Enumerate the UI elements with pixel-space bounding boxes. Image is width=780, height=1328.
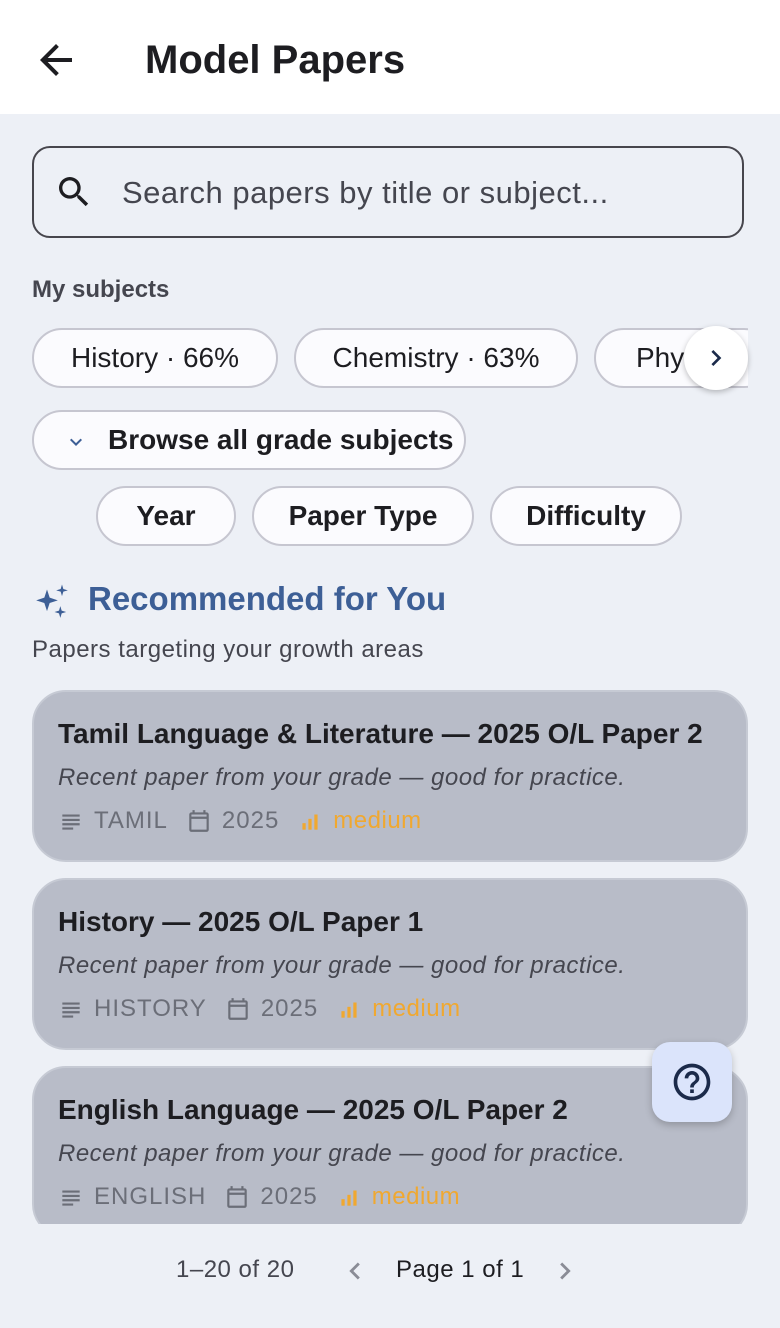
paper-title: Tamil Language & Literature — 2025 O/L P… [58,718,703,749]
paper-meta: HISTORY 2025 medium [58,994,461,1024]
paper-subject: ENGLISH [94,1183,207,1210]
paper-year: 2025 [221,807,280,834]
page-indicator: Page 1 of 1 [396,1256,525,1283]
paper-description: Recent paper from your grade — good for … [58,764,626,791]
subject-lines-icon [62,1190,80,1206]
calendar-icon [227,1186,248,1208]
search-input[interactable] [120,166,724,220]
help-circle-icon [673,1063,711,1101]
scroll-right-button[interactable] [684,326,748,390]
help-button[interactable] [652,1042,732,1122]
paper-subject: TAMIL [94,807,168,834]
signal-bars-icon [302,814,318,830]
paper-title: History — 2025 O/L Paper 1 [58,906,424,937]
next-page-button[interactable] [548,1254,582,1288]
chevron-left-icon [349,1262,360,1280]
recommended-subtitle: Papers targeting your growth areas [32,636,424,663]
chevron-right-icon [560,1262,571,1280]
recommended-title: Recommended for You [88,580,447,617]
filter-paper-type[interactable]: Paper Type [252,486,474,546]
subject-chips-row: History · 66% Chemistry · 63% Phys [32,328,748,388]
paper-meta: ENGLISH 2025 medium [58,1182,460,1212]
paper-description: Recent paper from your grade — good for … [58,952,626,979]
paper-subject: HISTORY [94,995,207,1022]
sparkles-icon [36,584,68,618]
subject-lines-icon [62,814,80,830]
filter-difficulty[interactable]: Difficulty [490,486,682,546]
paper-card[interactable]: Tamil Language & Literature — 2025 O/L P… [32,690,748,862]
search-icon [59,177,89,207]
filter-year[interactable]: Year [96,486,236,546]
subject-chip-history[interactable]: History · 66% [32,328,278,388]
paper-card[interactable]: English Language — 2025 O/L Paper 2 Rece… [32,1066,748,1224]
my-subjects-label: My subjects [32,276,170,303]
back-button[interactable] [32,36,80,84]
paper-difficulty: medium [333,807,422,834]
paper-title: English Language — 2025 O/L Paper 2 [58,1094,568,1125]
search-box[interactable] [32,146,744,238]
arrow-back-icon [40,44,72,76]
paper-year: 2025 [260,1183,318,1210]
browse-all-label: Browse all grade subjects [108,424,454,455]
app-bar: Model Papers [0,0,780,114]
signal-bars-icon [341,1190,357,1206]
subject-chip-chemistry[interactable]: Chemistry · 63% [294,328,578,388]
browse-all-subjects-button[interactable]: Browse all grade subjects [32,410,466,470]
pagination-range: 1–20 of 20 [176,1256,295,1283]
calendar-icon [189,810,209,832]
paper-year: 2025 [260,995,319,1022]
paper-difficulty: medium [371,1183,461,1210]
paper-card[interactable]: History — 2025 O/L Paper 1 Recent paper … [32,878,748,1050]
calendar-icon [228,998,248,1020]
paper-difficulty: medium [372,995,461,1022]
signal-bars-icon [341,1002,357,1018]
page-title: Model Papers [145,38,406,82]
chevron-down-icon [70,438,82,446]
paper-description: Recent paper from your grade — good for … [58,1140,626,1167]
chevron-right-icon [711,350,722,366]
previous-page-button[interactable] [338,1254,372,1288]
paper-meta: TAMIL 2025 medium [58,806,422,836]
subject-lines-icon [62,1002,80,1018]
recommended-papers-list: Tamil Language & Literature — 2025 O/L P… [0,680,780,1224]
